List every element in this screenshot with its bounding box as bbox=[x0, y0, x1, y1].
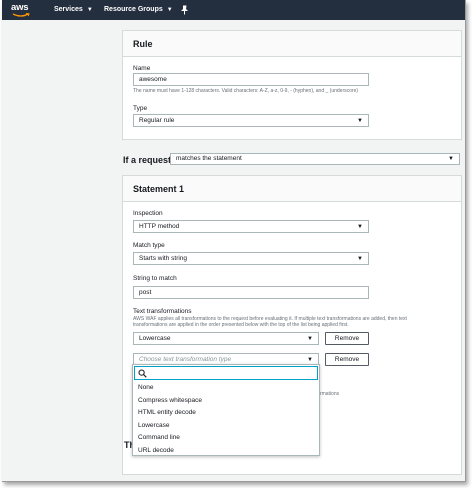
type-select-value: Regular rule bbox=[139, 117, 175, 124]
if-request-label: If a request bbox=[123, 155, 172, 165]
caret-down-icon: ▼ bbox=[357, 118, 363, 124]
match-type-label: Match type bbox=[133, 242, 165, 249]
smile-icon bbox=[12, 13, 30, 17]
services-menu[interactable]: Services ▼ bbox=[54, 6, 93, 13]
aws-logo[interactable]: aws bbox=[11, 2, 33, 18]
type-select[interactable]: Regular rule ▼ bbox=[133, 114, 369, 127]
browser-frame: aws Services ▼ Resource Groups ▼ Rule Name… bbox=[2, 0, 466, 482]
type-label: Type bbox=[133, 105, 148, 112]
text-transformations-hint-2: transformations are applied in the order… bbox=[133, 322, 349, 328]
caret-down-icon: ▼ bbox=[357, 224, 363, 230]
caret-down-icon: ▼ bbox=[307, 336, 313, 342]
remove-transformation-2-button[interactable]: Remove bbox=[325, 353, 369, 366]
transformation-dropdown: None Compress whitespace HTML entity dec… bbox=[132, 364, 320, 456]
transformation-2-placeholder: Choose text transformation type bbox=[139, 356, 232, 363]
top-nav: aws Services ▼ Resource Groups ▼ bbox=[2, 0, 465, 20]
if-request-value: matches the statement bbox=[176, 155, 242, 162]
dropdown-search-input[interactable] bbox=[134, 366, 318, 380]
remove-transformation-1-button[interactable]: Remove bbox=[325, 332, 369, 345]
transformation-1-value: Lowercase bbox=[139, 335, 171, 342]
text-transformations-label: Text transformations bbox=[133, 308, 192, 315]
option-none[interactable]: None bbox=[133, 382, 319, 395]
option-lowercase[interactable]: Lowercase bbox=[133, 420, 319, 433]
option-command-line[interactable]: Command line bbox=[133, 432, 319, 445]
inspection-value: HTTP method bbox=[139, 223, 180, 230]
rule-panel: Rule Name awesome The name must have 1-1… bbox=[122, 30, 462, 140]
caret-down-icon: ▼ bbox=[448, 156, 454, 162]
chevron-down-icon: ▼ bbox=[86, 7, 93, 13]
match-type-value: Starts with string bbox=[139, 255, 188, 262]
inspection-label: Inspection bbox=[133, 210, 163, 217]
match-type-select[interactable]: Starts with string ▼ bbox=[133, 252, 369, 265]
search-icon bbox=[138, 369, 147, 378]
option-url-decode[interactable]: URL decode bbox=[133, 445, 319, 458]
services-label: Services bbox=[54, 6, 83, 13]
name-hint: The name must have 1-128 characters. Val… bbox=[133, 88, 359, 94]
string-to-match-label: String to match bbox=[133, 275, 177, 282]
resource-groups-label: Resource Groups bbox=[104, 6, 163, 13]
if-request-select[interactable]: matches the statement ▼ bbox=[170, 153, 460, 165]
caret-down-icon: ▼ bbox=[307, 357, 313, 363]
statement-panel-title: Statement 1 bbox=[123, 176, 461, 202]
inspection-select[interactable]: HTTP method ▼ bbox=[133, 220, 369, 233]
aws-logo-text: aws bbox=[11, 2, 29, 13]
chevron-down-icon: ▼ bbox=[166, 7, 173, 13]
resource-groups-menu[interactable]: Resource Groups ▼ bbox=[104, 6, 173, 13]
option-html-entity-decode[interactable]: HTML entity decode bbox=[133, 407, 319, 420]
option-compress-whitespace[interactable]: Compress whitespace bbox=[133, 395, 319, 408]
caret-down-icon: ▼ bbox=[357, 256, 363, 262]
string-to-match-input[interactable]: post bbox=[133, 286, 369, 299]
pin-icon[interactable] bbox=[180, 5, 189, 15]
name-label: Name bbox=[133, 65, 151, 72]
name-input[interactable]: awesome bbox=[133, 73, 369, 86]
rule-panel-title: Rule bbox=[123, 31, 461, 57]
transformation-1-select[interactable]: Lowercase ▼ bbox=[133, 332, 319, 345]
